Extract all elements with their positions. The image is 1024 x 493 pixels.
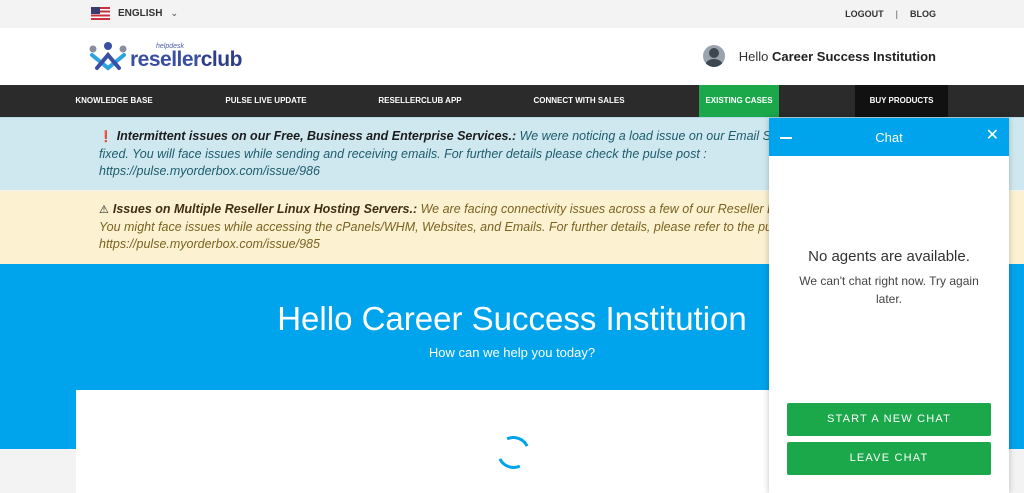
chat-no-agents-text: No agents are available. bbox=[808, 248, 970, 265]
language-selector[interactable]: ENGLISH ⌄ bbox=[91, 7, 178, 20]
nav-item-pulse-live-update[interactable]: PULSE LIVE UPDATE bbox=[212, 85, 320, 117]
close-icon[interactable]: ✕ bbox=[986, 128, 999, 144]
chat-header: Chat ✕ bbox=[769, 118, 1009, 156]
top-utility-bar: ENGLISH ⌄ LOGOUT | BLOG bbox=[0, 0, 1024, 28]
alert-text: We were noticing a load issue on our Ema… bbox=[519, 129, 778, 143]
logo-main-text: resellerclub bbox=[130, 48, 242, 71]
leave-chat-button[interactable]: LEAVE CHAT bbox=[787, 442, 991, 475]
language-label: ENGLISH bbox=[118, 8, 163, 19]
chat-unavailable-text: We can't chat right now. Try again later… bbox=[799, 274, 979, 306]
logo-helpdesk-text: helpdesk bbox=[156, 43, 185, 50]
link-separator: | bbox=[895, 9, 898, 19]
user-greeting-text: Hello Career Success Institution bbox=[738, 48, 936, 64]
nav-item-connect-with-sales[interactable]: CONNECT WITH SALES bbox=[521, 85, 637, 117]
logout-link[interactable]: LOGOUT bbox=[845, 9, 884, 19]
nav-item-knowledge-base[interactable]: KNOWLEDGE BASE bbox=[63, 85, 165, 117]
logo-wordmark: helpdesk resellerclub bbox=[130, 43, 242, 73]
avatar bbox=[702, 45, 725, 67]
alert-title: Issues on Multiple Reseller Linux Hostin… bbox=[112, 202, 418, 216]
start-new-chat-button[interactable]: START A NEW CHAT bbox=[787, 403, 991, 436]
logo-mark-icon bbox=[89, 42, 127, 71]
blog-link[interactable]: BLOG bbox=[910, 9, 936, 19]
nav-item-resellerclub-app[interactable]: RESELLERCLUB APP bbox=[366, 85, 474, 117]
alert-text: We are facing connectivity issues across… bbox=[420, 202, 777, 216]
chevron-down-icon: ⌄ bbox=[170, 8, 178, 18]
user-greeting[interactable]: Hello Career Success Institution bbox=[702, 45, 936, 67]
user-name: Career Success Institution bbox=[772, 48, 936, 64]
chat-title: Chat bbox=[875, 130, 903, 145]
us-flag-icon bbox=[91, 7, 110, 20]
exclamation-circle-icon: ❗ bbox=[99, 131, 113, 143]
main-nav: KNOWLEDGE BASE PULSE LIVE UPDATE RESELLE… bbox=[0, 85, 1024, 117]
alert-title: Intermittent issues on our Free, Busines… bbox=[116, 129, 517, 143]
chat-widget: Chat ✕ No agents are available. We can't… bbox=[769, 118, 1009, 493]
resellerclub-logo[interactable]: helpdesk resellerclub bbox=[88, 41, 242, 73]
warning-triangle-icon: ⚠ bbox=[99, 204, 109, 216]
nav-item-buy-products[interactable]: BUY PRODUCTS bbox=[855, 85, 948, 117]
top-links: LOGOUT | BLOG bbox=[845, 9, 936, 19]
nav-item-existing-cases[interactable]: EXISTING CASES bbox=[699, 85, 779, 117]
site-header: helpdesk resellerclub Hello Career Succe… bbox=[0, 28, 1024, 85]
